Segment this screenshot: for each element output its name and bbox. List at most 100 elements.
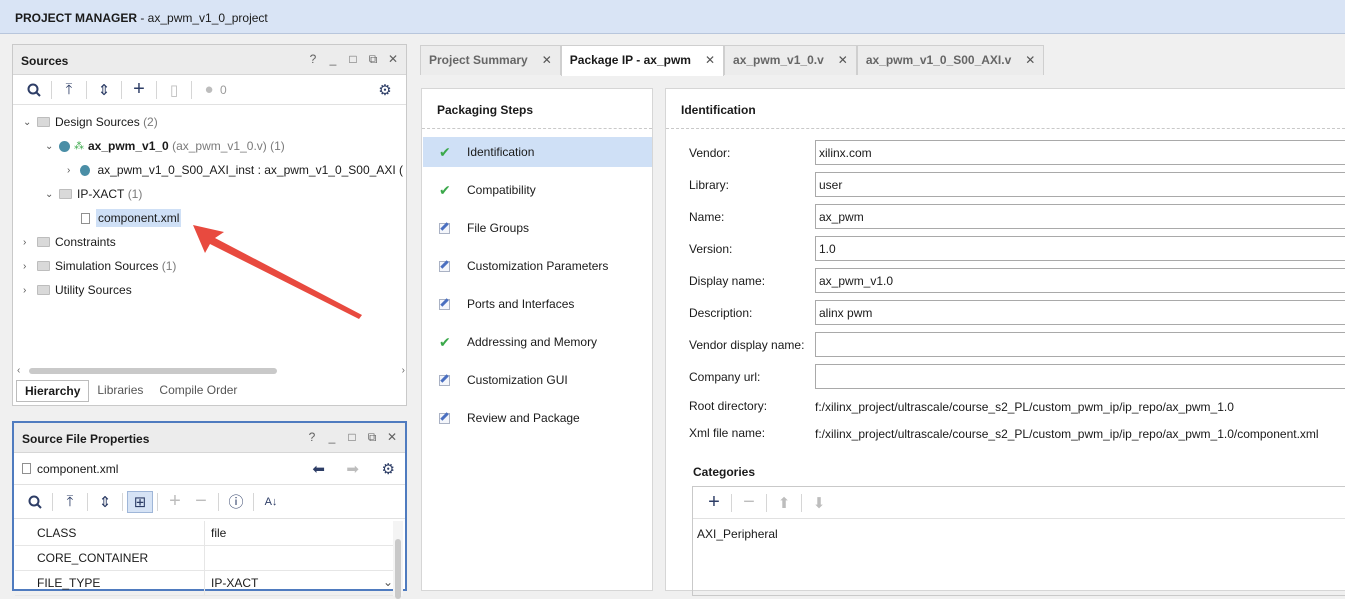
help-icon[interactable]: ? [307, 431, 317, 443]
step-customization-parameters[interactable]: Customization Parameters [423, 251, 652, 281]
remove-icon[interactable]: − [736, 491, 762, 514]
unknown-file-icon[interactable]: ▯ [161, 79, 187, 101]
sfp-title: Source File Properties [22, 432, 150, 446]
float-icon[interactable]: ⧉ [368, 53, 378, 65]
chevron-down-icon[interactable]: ⌄ [45, 141, 55, 152]
chevron-down-icon[interactable]: ⌄ [45, 189, 55, 200]
step-ports-interfaces[interactable]: Ports and Interfaces [423, 289, 652, 319]
step-identification[interactable]: ✔ Identification [423, 137, 652, 167]
tab-ax-pwm-axi-v[interactable]: ax_pwm_v1_0_S00_AXI.v ✕ [856, 45, 1045, 75]
categories-title: Categories [693, 465, 756, 479]
expand-all-icon[interactable]: ⇕ [92, 491, 118, 513]
step-review-package[interactable]: Review and Package [423, 403, 652, 433]
close-icon[interactable]: ✕ [838, 53, 848, 67]
tree-simulation-sources[interactable]: › Simulation Sources (1) [23, 255, 176, 277]
search-icon[interactable] [21, 79, 47, 101]
status-dot-icon: ● [204, 81, 214, 98]
info-icon[interactable]: ⓘ [223, 491, 249, 513]
version-field[interactable]: 1.0 [815, 236, 1345, 261]
step-compatibility[interactable]: ✔ Compatibility [423, 175, 652, 205]
chevron-down-icon[interactable]: ⌄ [23, 117, 33, 128]
search-icon[interactable] [22, 491, 48, 513]
check-icon: ✔ [439, 181, 451, 198]
identification-title: Identification [666, 89, 1345, 129]
tree-utility-sources[interactable]: › Utility Sources [23, 279, 132, 301]
horizontal-scrollbar[interactable]: ‹ › [17, 365, 405, 377]
vendor-display-name-field[interactable] [815, 332, 1345, 357]
tab-package-ip[interactable]: Package IP - ax_pwm ✕ [560, 45, 725, 76]
vendor-field[interactable]: xilinx.com [815, 140, 1345, 165]
library-field[interactable]: user [815, 172, 1345, 197]
move-down-icon[interactable]: ⬇ [806, 492, 832, 514]
step-addressing-memory[interactable]: ✔ Addressing and Memory [423, 327, 652, 357]
maximize-icon[interactable]: □ [347, 431, 357, 443]
float-icon[interactable]: ⧉ [367, 431, 377, 443]
forward-arrow-icon[interactable]: ➡ [346, 460, 359, 478]
display-name-field[interactable]: ax_pwm_v1.0 [815, 268, 1345, 293]
packaging-steps-title: Packaging Steps [422, 89, 652, 129]
sfp-file-row: component.xml ⬅ ➡ ⚙ [14, 453, 405, 485]
add-icon[interactable]: + [701, 491, 727, 514]
identification-panel: Identification Vendor: xilinx.com Librar… [665, 88, 1345, 596]
remove-icon[interactable]: − [188, 490, 214, 513]
settings-gear-icon[interactable]: ⚙ [382, 460, 395, 478]
maximize-icon[interactable]: □ [348, 53, 358, 65]
tab-ax-pwm-v[interactable]: ax_pwm_v1_0.v ✕ [724, 45, 857, 75]
expand-all-icon[interactable]: ⇕ [91, 79, 117, 101]
document-tabs: Project Summary ✕ Package IP - ax_pwm ✕ ax… [420, 45, 1045, 76]
close-icon[interactable]: ✕ [1025, 53, 1035, 67]
tree-ipxact[interactable]: ⌄ IP-XACT (1) [45, 183, 142, 205]
display-name-label: Display name: [689, 274, 766, 288]
add-icon[interactable]: + [126, 78, 152, 101]
help-icon[interactable]: ? [308, 53, 318, 65]
project-manager-titlebar: PROJECT MANAGER - ax_pwm_v1_0_project [0, 0, 1345, 34]
back-arrow-icon[interactable]: ⬅ [312, 460, 325, 478]
settings-gear-icon[interactable]: ⚙ [372, 79, 398, 101]
step-customization-gui[interactable]: Customization GUI [423, 365, 652, 395]
tab-hierarchy[interactable]: Hierarchy [16, 380, 90, 402]
tree-component-xml[interactable]: component.xml [81, 207, 182, 229]
tab-project-summary[interactable]: Project Summary ✕ [420, 45, 561, 75]
minimize-icon[interactable]: _ [327, 431, 337, 443]
company-url-field[interactable] [815, 364, 1345, 389]
edit-pencil-icon [439, 222, 450, 234]
tab-libraries[interactable]: Libraries [89, 380, 151, 402]
vertical-scrollbar[interactable] [393, 521, 403, 599]
tab-compile-order[interactable]: Compile Order [151, 380, 245, 402]
list-item[interactable]: AXI_Peripheral [693, 519, 1345, 541]
chevron-down-icon[interactable]: ⌄ [383, 575, 393, 589]
folder-icon [37, 285, 50, 295]
sfp-filename: component.xml [37, 461, 119, 476]
table-row[interactable]: CLASS file [15, 520, 403, 546]
tree-ax-pwm[interactable]: ⌄ ⁂ ax_pwm_v1_0 (ax_pwm_v1_0.v) (1) [45, 135, 285, 157]
move-up-icon[interactable]: ⬆ [771, 492, 797, 514]
chevron-right-icon[interactable]: › [67, 165, 76, 176]
group-view-icon[interactable]: ⊞ [127, 490, 153, 513]
sfp-toolbar: ⤒ ⇕ ⊞ + − ⓘ A↓ [14, 485, 405, 519]
close-icon[interactable]: ✕ [388, 53, 398, 65]
sort-az-icon[interactable]: A↓ [258, 491, 284, 513]
chevron-right-icon[interactable]: › [23, 285, 33, 296]
tree-constraints[interactable]: › Constraints [23, 231, 116, 253]
library-label: Library: [689, 178, 730, 192]
tree-design-sources[interactable]: ⌄ Design Sources (2) [23, 111, 158, 133]
close-icon[interactable]: ✕ [705, 53, 715, 67]
minimize-icon[interactable]: _ [328, 53, 338, 65]
table-row[interactable]: FILE_TYPE IP-XACT ⌄ [15, 570, 403, 596]
description-field[interactable]: alinx pwm [815, 300, 1345, 325]
sources-panel: Sources ? _ □ ⧉ ✕ ⤒ ⇕ + ▯ ● 0 ⚙ ⌄ Design… [12, 44, 407, 406]
collapse-all-icon[interactable]: ⤒ [57, 491, 83, 513]
chevron-right-icon[interactable]: › [23, 261, 33, 272]
sources-header: Sources ? _ □ ⧉ ✕ [13, 45, 406, 75]
file-icon [22, 463, 31, 474]
add-icon[interactable]: + [162, 490, 188, 513]
close-icon[interactable]: ✕ [542, 53, 552, 67]
tree-axi-inst[interactable]: › ax_pwm_v1_0_S00_AXI_inst : ax_pwm_v1_0… [67, 159, 403, 181]
close-icon[interactable]: ✕ [387, 431, 397, 443]
xml-file-name-label: Xml file name: [689, 426, 766, 440]
step-file-groups[interactable]: File Groups [423, 213, 652, 243]
chevron-right-icon[interactable]: › [23, 237, 33, 248]
collapse-all-icon[interactable]: ⤒ [56, 79, 82, 101]
table-row[interactable]: CORE_CONTAINER [15, 545, 403, 571]
name-field[interactable]: ax_pwm [815, 204, 1345, 229]
